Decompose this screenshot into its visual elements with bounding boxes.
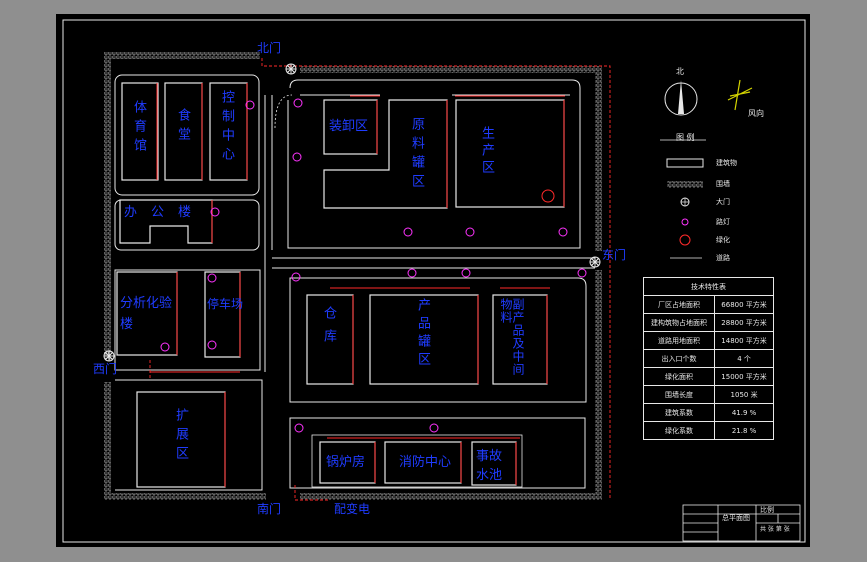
zone-production: 生产区	[479, 126, 494, 177]
spec-value: 1050 米	[714, 385, 774, 404]
spec-value: 14800 平方米	[714, 331, 774, 350]
spec-row: 建构筑物占地面积 28800 平方米	[642, 313, 774, 332]
legend-item-lamp: 路灯	[716, 218, 730, 226]
legend-title: 图 例	[676, 133, 695, 142]
spec-row: 厂区占地面积 66800 平方米	[642, 295, 774, 314]
spec-value: 41.9 %	[714, 403, 774, 422]
spec-label: 围墙长度	[642, 385, 716, 404]
zone-office: 办公楼	[124, 205, 206, 220]
title-block-scale: 比例	[760, 506, 774, 514]
spec-row: 道路用地面积 14800 平方米	[642, 331, 774, 350]
zone-control-center: 控制中心	[219, 90, 234, 166]
zone-warehouse: 仓库	[321, 306, 336, 352]
zone-fire-center: 消防中心	[399, 455, 452, 470]
legend-item-green: 绿化	[716, 236, 730, 244]
gate-west-label: 西门	[93, 362, 118, 376]
gate-south-label: 南门	[257, 502, 282, 516]
legend-item-wall: 围墙	[716, 180, 730, 188]
spec-row: 建筑系数 41.9 %	[642, 403, 774, 422]
spec-label: 绿化面积	[642, 367, 716, 386]
zone-substation: 配变电	[334, 502, 371, 516]
legend-item-gate: 大门	[716, 198, 730, 206]
spec-row: 绿化系数 21.8 %	[642, 421, 774, 440]
spec-value: 28800 平方米	[714, 313, 774, 332]
spec-label: 出入口个数	[642, 349, 716, 368]
spec-value: 15000 平方米	[714, 367, 774, 386]
zone-raw-tank: 原料罐区	[409, 117, 424, 193]
gate-east-label: 东门	[602, 248, 627, 262]
spec-row: 绿化面积 15000 平方米	[642, 367, 774, 386]
zone-analysis: 分析化验楼	[120, 296, 173, 332]
zone-accident-pool: 事故水池	[476, 449, 503, 483]
spec-label: 厂区占地面积	[642, 295, 716, 314]
zone-product-tank: 产品罐区	[415, 298, 430, 370]
spec-value: 21.8 %	[714, 421, 774, 440]
legend-item-road: 道路	[716, 254, 730, 262]
zone-gym: 体育馆	[131, 100, 146, 157]
spec-row: 出入口个数 4 个	[642, 349, 774, 368]
spec-value: 66800 平方米	[714, 295, 774, 314]
spec-table-title: 技术特性表	[643, 277, 774, 296]
title-block-drawing-name: 总平面图	[722, 514, 750, 522]
zone-loading: 装卸区	[329, 119, 369, 134]
zone-expansion: 扩展区	[173, 408, 188, 465]
spec-label: 绿化系数	[642, 421, 716, 440]
spec-row: 围墙长度 1050 米	[642, 385, 774, 404]
spec-table: 技术特性表 厂区占地面积 66800 平方米 建构筑物占地面积 28800 平方米 …	[642, 277, 774, 440]
wind-rose-label: 风向	[748, 109, 764, 118]
zone-by-product: 副产品及中间物料	[499, 298, 525, 376]
zone-parking: 停车场	[207, 297, 244, 311]
spec-label: 建构筑物占地面积	[642, 313, 716, 332]
spec-label: 建筑系数	[642, 403, 716, 422]
compass-north-label: 北	[676, 67, 684, 76]
zone-canteen: 食堂	[175, 108, 190, 146]
title-block-sheet: 共 张 第 张	[760, 526, 790, 533]
spec-label: 道路用地面积	[642, 331, 716, 350]
spec-value: 4 个	[714, 349, 774, 368]
zone-boiler: 锅炉房	[326, 455, 366, 470]
legend-item-building: 建筑物	[716, 159, 737, 167]
gate-north-label: 北门	[257, 41, 282, 55]
